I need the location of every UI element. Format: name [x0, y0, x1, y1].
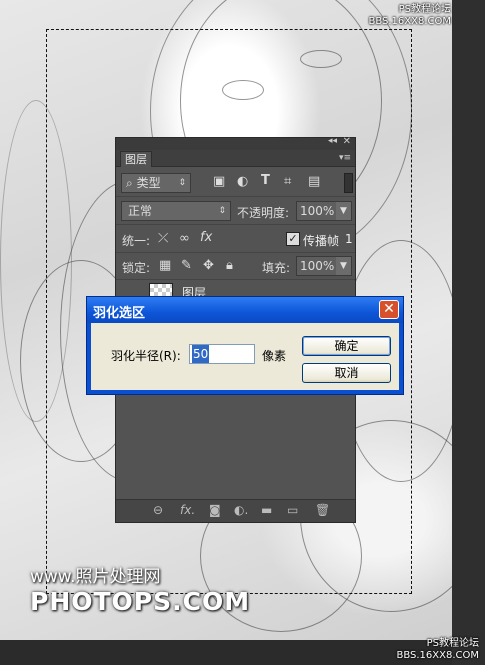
delete-layer-icon[interactable]: 🗑︎ [315, 503, 330, 517]
add-style-icon[interactable]: fx. [180, 503, 195, 517]
image-filter-icon[interactable]: ▣ [213, 174, 225, 189]
blend-mode-value: 正常 [128, 204, 153, 218]
new-group-icon[interactable]: ▬ [261, 503, 272, 517]
opacity-label: 不透明度: [237, 206, 290, 220]
propagate-checkbox[interactable]: ✓ [286, 232, 300, 246]
bottom-right-watermark: PS教程论坛 BBS.16XX8.COM [396, 638, 479, 662]
top-right-watermark: PS教程论坛 BBS.16XX8.COM [368, 4, 451, 28]
smart-object-filter-icon[interactable]: ▤ [308, 174, 320, 189]
watermark-text: www.照片处理网 [30, 567, 161, 587]
filter-toggle[interactable] [344, 173, 353, 193]
filter-kind-select[interactable]: ⌕ 类型 ⇕ [121, 173, 191, 193]
add-mask-icon[interactable]: ◙ [209, 503, 221, 517]
feather-radius-label: 羽化半径(R): [111, 349, 181, 363]
feather-radius-value: 50 [192, 345, 210, 363]
close-icon[interactable]: ✕ [343, 136, 351, 147]
site-watermark: www.照片处理网 PHOTOPS.COM [30, 562, 250, 616]
feather-radius-input[interactable]: 50 [189, 344, 255, 364]
lock-all-icon[interactable]: 🔒︎ [226, 258, 233, 273]
search-icon: ⌕ [126, 176, 133, 190]
dialog-titlebar[interactable]: 羽化选区 ✕ [87, 297, 403, 323]
unit-label: 像素 [262, 349, 287, 363]
tab-layers[interactable]: 图层 [120, 151, 152, 167]
propagate-value: 1 [345, 232, 353, 246]
fill-field[interactable]: 100% ▼ [296, 256, 352, 276]
lock-position-icon[interactable]: ✥ [203, 258, 214, 273]
panel-footer: ⊖ fx. ◙ ◐. ▬ ▭ 🗑︎ [116, 499, 355, 522]
unify-style-icon[interactable]: fx [200, 230, 212, 245]
opacity-value: 100% [300, 204, 335, 218]
new-layer-icon[interactable]: ▭ [287, 503, 298, 517]
link-layers-icon[interactable]: ⊖ [153, 503, 163, 517]
watermark-logo-text: PHOTOPS.COM [30, 587, 251, 616]
collapse-icon[interactable]: ◂◂ [328, 136, 337, 146]
adjustment-filter-icon[interactable]: ◐ [237, 174, 248, 189]
unify-visibility-icon[interactable]: ∞ [179, 231, 190, 246]
watermark-text: BBS.16XX8.COM [368, 16, 451, 27]
chevron-updown-icon: ⇕ [178, 178, 186, 188]
filter-label: 类型 [136, 176, 161, 190]
dialog-body: 羽化半径(R): 50 像素 确定 取消 [91, 323, 399, 390]
chevron-down-icon[interactable]: ▼ [336, 202, 351, 220]
right-scroll-area [452, 0, 485, 665]
bottom-bar [0, 640, 452, 665]
lock-label: 锁定: [122, 261, 151, 275]
close-icon[interactable]: ✕ [379, 300, 399, 319]
dialog-title: 羽化选区 [93, 306, 146, 321]
ok-button[interactable]: 确定 [302, 336, 391, 356]
lock-transparency-icon[interactable]: ▦ [159, 258, 171, 273]
opacity-field[interactable]: 100% ▼ [296, 201, 352, 221]
chevron-down-icon[interactable]: ▼ [336, 257, 351, 275]
panel-tabbar: 图层 ▾≡ [116, 150, 355, 167]
watermark-text: BBS.16XX8.COM [396, 650, 479, 661]
chevron-updown-icon: ⇕ [218, 206, 226, 216]
unify-label: 统一: [122, 234, 151, 248]
cancel-button[interactable]: 取消 [302, 363, 391, 383]
unify-position-icon[interactable]: ⤫ [158, 231, 168, 246]
watermark-text: PS教程论坛 [426, 638, 479, 649]
shape-filter-icon[interactable]: ⌗ [284, 174, 291, 189]
fill-value: 100% [300, 259, 335, 273]
watermark-text: PS教程论坛 [398, 4, 451, 15]
blend-mode-select[interactable]: 正常 ⇕ [121, 201, 231, 221]
panel-menu-icon[interactable]: ▾≡ [339, 153, 351, 163]
feather-dialog: 羽化选区 ✕ 羽化半径(R): 50 像素 确定 取消 [86, 296, 404, 395]
fill-label: 填充: [262, 261, 291, 275]
propagate-label: 传播帧 [303, 234, 340, 248]
type-filter-icon[interactable]: T [261, 173, 270, 188]
new-adjustment-icon[interactable]: ◐. [234, 503, 248, 517]
lock-pixels-icon[interactable]: ✎ [181, 258, 192, 273]
panel-titlebar[interactable]: ◂◂ ✕ [116, 136, 355, 150]
